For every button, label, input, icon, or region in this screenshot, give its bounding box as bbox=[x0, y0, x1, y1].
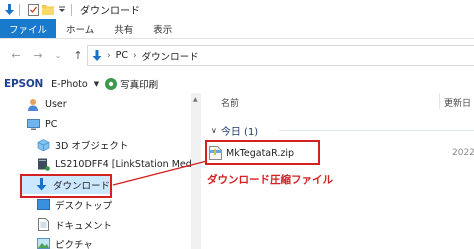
breadcrumb-pc[interactable]: PC bbox=[116, 50, 128, 61]
forward-arrow-icon[interactable]: → bbox=[30, 47, 46, 63]
new-folder-icon[interactable] bbox=[42, 4, 54, 16]
annotation-label: ダウンロード圧縮ファイル bbox=[207, 174, 333, 186]
tab-home[interactable]: ホーム bbox=[56, 19, 104, 38]
nav-item-pc[interactable]: PC bbox=[26, 115, 57, 134]
nav-item-user[interactable]: User bbox=[26, 95, 67, 114]
tab-share[interactable]: 共有 bbox=[104, 19, 143, 38]
nav-item-label: LS210DFF4 [LinkStation Media bbox=[55, 159, 201, 170]
up-arrow-icon[interactable]: ↑ bbox=[70, 47, 86, 63]
file-highlight-box bbox=[205, 140, 320, 165]
nav-item-label: 3D オブジェクト bbox=[55, 140, 129, 152]
column-divider[interactable] bbox=[439, 93, 440, 109]
breadcrumb-chevron-icon: › bbox=[132, 50, 137, 61]
3d-objects-icon bbox=[36, 138, 50, 152]
customize-caret-icon[interactable] bbox=[57, 4, 67, 16]
navigation-pane: User PC 3D オブジェクト LS210DFF4 [LinkStation… bbox=[0, 93, 200, 249]
breadcrumb-downloads[interactable]: ダウンロード bbox=[142, 49, 199, 63]
nav-item-linkstation[interactable]: LS210DFF4 [LinkStation Media bbox=[36, 155, 200, 174]
nav-item-label: ピクチャ bbox=[55, 239, 93, 249]
scroll-up-arrow-icon[interactable]: ▲ bbox=[193, 96, 198, 103]
epson-toolbar: EPSON E-Photo ▼ 写真印刷 bbox=[0, 75, 474, 93]
downloads-highlight-box bbox=[20, 174, 112, 198]
address-bar[interactable]: › PC › ダウンロード bbox=[87, 45, 474, 66]
photo-print-button[interactable]: 写真印刷 bbox=[120, 77, 158, 91]
title-bar: ダウンロード bbox=[0, 0, 474, 19]
down-arrow-icon bbox=[3, 3, 15, 16]
nav-item-3d-objects[interactable]: 3D オブジェクト bbox=[36, 135, 128, 154]
nav-item-label: User bbox=[45, 99, 67, 110]
back-arrow-icon[interactable]: ← bbox=[8, 47, 24, 63]
column-header-name[interactable]: 名前 bbox=[221, 96, 239, 109]
column-header-modified[interactable]: 更新日 bbox=[444, 96, 471, 109]
tab-view[interactable]: 表示 bbox=[143, 19, 182, 38]
collapse-chevron-icon[interactable]: ∨ bbox=[211, 126, 217, 135]
tab-file[interactable]: ファイル bbox=[0, 19, 57, 38]
nav-item-label: デスクトップ bbox=[55, 200, 113, 212]
quick-access-toolbar bbox=[0, 0, 76, 19]
pictures-icon bbox=[36, 237, 50, 249]
file-list-pane: 名前 更新日 ∨ 今日 (1) MkTegataR.zip 2022/1 bbox=[201, 93, 474, 249]
nav-item-label: PC bbox=[45, 119, 58, 130]
epson-app-label[interactable]: E-Photo bbox=[51, 79, 88, 90]
group-divider bbox=[279, 130, 474, 131]
media-server-icon bbox=[36, 158, 50, 172]
navigation-row: ← → ⌄ ↑ › PC › ダウンロード bbox=[0, 40, 474, 70]
nav-item-pictures[interactable]: ピクチャ bbox=[36, 234, 93, 249]
properties-icon[interactable] bbox=[27, 3, 39, 16]
ribbon-tabs: ファイル ホーム 共有 表示 bbox=[0, 19, 474, 39]
documents-icon bbox=[36, 218, 50, 232]
nav-item-documents[interactable]: ドキュメント bbox=[36, 215, 112, 234]
epson-logo: EPSON bbox=[4, 78, 44, 90]
window-title: ダウンロード bbox=[80, 6, 140, 17]
photo-print-icon[interactable] bbox=[105, 78, 118, 90]
user-icon bbox=[26, 98, 40, 112]
pc-icon bbox=[26, 118, 40, 132]
location-download-icon bbox=[92, 49, 102, 62]
desktop-icon bbox=[36, 198, 50, 212]
toolbar-divider bbox=[19, 3, 20, 16]
recent-locations-chevron-icon[interactable]: ⌄ bbox=[50, 47, 66, 63]
nav-item-label: ドキュメント bbox=[55, 220, 113, 232]
breadcrumb-chevron-icon: › bbox=[107, 50, 111, 61]
title-divider bbox=[71, 3, 72, 16]
group-label: 今日 (1) bbox=[220, 127, 259, 138]
dropdown-caret-icon[interactable]: ▼ bbox=[94, 80, 99, 88]
navigation-pane-scrollbar[interactable]: ▲ bbox=[191, 93, 201, 249]
file-date: 2022/1 bbox=[452, 148, 474, 158]
group-header-today[interactable]: ∨ 今日 (1) bbox=[211, 123, 258, 138]
